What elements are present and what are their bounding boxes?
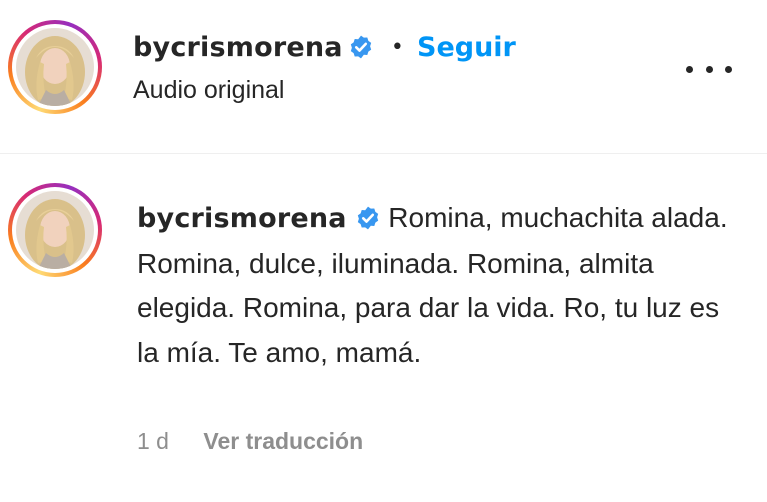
translate-button[interactable]: Ver traducción [203, 428, 363, 454]
avatar-image [16, 191, 94, 269]
profile-avatar[interactable] [8, 20, 102, 114]
verified-badge-icon [357, 206, 378, 230]
comment-text-block: bycrismorena Romina, muchachita alada. R… [137, 196, 737, 375]
comment-avatar[interactable] [8, 183, 102, 277]
more-options-icon[interactable] [686, 56, 732, 82]
comment-username[interactable]: bycrismorena [137, 203, 347, 234]
separator-dot: • [390, 35, 404, 60]
header-title-row: bycrismorena • Seguir [133, 28, 516, 68]
verified-badge-icon [350, 35, 372, 59]
follow-button[interactable]: Seguir [417, 32, 516, 63]
avatar-image [16, 28, 94, 106]
post-header: bycrismorena • Seguir Audio original [0, 0, 767, 153]
divider [0, 153, 767, 154]
header-username[interactable]: bycrismorena [133, 32, 343, 63]
comment-timestamp[interactable]: 1 d [137, 428, 169, 454]
comment-meta: 1 d Ver traducción [137, 428, 363, 455]
audio-label[interactable]: Audio original [133, 76, 285, 105]
